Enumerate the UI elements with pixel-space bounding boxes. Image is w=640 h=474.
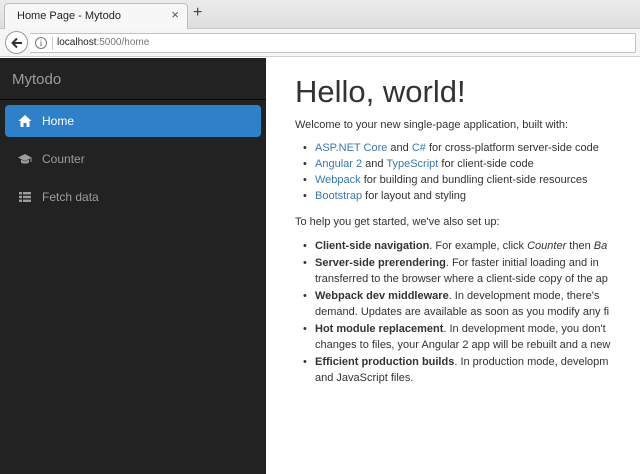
sidebar-item-label: Fetch data xyxy=(42,190,99,204)
webpack-link[interactable]: Webpack xyxy=(315,174,361,186)
main-content: Hello, world! Welcome to your new single… xyxy=(266,58,640,474)
new-tab-button[interactable]: + xyxy=(193,5,202,21)
sidebar-item-label: Counter xyxy=(42,152,85,166)
intro-text: Welcome to your new single-page applicat… xyxy=(295,119,569,131)
feature-title: Hot module replacement xyxy=(315,323,444,335)
url-path: :5000/home xyxy=(96,37,150,48)
feature-title: Client-side navigation xyxy=(315,240,430,252)
feature-text: . In development mode, you don't xyxy=(443,323,606,335)
info-icon[interactable]: i xyxy=(35,37,47,49)
feature-text: . For faster initial loading and in xyxy=(445,257,599,269)
built-with-list: ASP.NET Core and C# for cross-platform s… xyxy=(303,140,599,204)
list-item: Server-side prerendering. For faster ini… xyxy=(303,255,610,288)
url-host: localhost xyxy=(57,37,97,48)
sidebar: Mytodo Home Counter Fetch data xyxy=(0,58,266,474)
csharp-link[interactable]: C# xyxy=(412,142,426,154)
list-item: Bootstrap for layout and styling xyxy=(303,188,599,204)
address-bar[interactable]: i localhost:5000/home xyxy=(30,33,636,53)
back-button[interactable] xyxy=(5,31,28,54)
list-text: and xyxy=(362,158,387,170)
setup-list: Client-side navigation. For example, cli… xyxy=(303,238,611,387)
list-text: for client-side code xyxy=(438,158,534,170)
close-tab-icon[interactable]: × xyxy=(171,8,179,22)
feature-title: Efficient production builds xyxy=(315,356,455,368)
typescript-link[interactable]: TypeScript xyxy=(386,158,438,170)
feature-title: Webpack dev middleware xyxy=(315,290,449,302)
list-item: Efficient production builds. In producti… xyxy=(303,354,610,387)
angular-link[interactable]: Angular 2 xyxy=(315,158,362,170)
page-title: Hello, world! xyxy=(295,74,466,109)
feature-emphasis: Counter xyxy=(527,240,567,252)
feature-text: then xyxy=(566,240,594,252)
list-text: for cross-platform server-side code xyxy=(425,142,599,154)
feature-text: . For example, click xyxy=(429,240,528,252)
list-item: Hot module replacement. In development m… xyxy=(303,321,611,354)
sidebar-item-home[interactable]: Home xyxy=(5,105,261,137)
divider xyxy=(52,37,53,50)
feature-text: . In production mode, developm xyxy=(454,356,609,368)
feature-text: demand. Updates are available as soon as… xyxy=(315,306,610,318)
divider xyxy=(0,99,266,100)
list-item: ASP.NET Core and C# for cross-platform s… xyxy=(303,140,599,156)
setup-intro-text: To help you get started, we've also set … xyxy=(295,216,500,228)
list-text: for layout and styling xyxy=(362,190,467,202)
url-text[interactable]: localhost:5000/home xyxy=(57,37,149,48)
tab-title: Home Page - Mytodo xyxy=(17,10,121,22)
sidebar-item-label: Home xyxy=(42,114,75,128)
list-icon xyxy=(19,192,31,202)
home-icon xyxy=(18,115,32,127)
aspnet-core-link[interactable]: ASP.NET Core xyxy=(315,142,387,154)
sidebar-item-fetch-data[interactable]: Fetch data xyxy=(5,181,261,213)
browser-tab[interactable]: Home Page - Mytodo × xyxy=(4,3,188,29)
bootstrap-link[interactable]: Bootstrap xyxy=(315,190,362,202)
brand-link[interactable]: Mytodo xyxy=(12,71,61,88)
feature-title: Server-side prerendering xyxy=(315,257,446,269)
list-item: Webpack for building and bundling client… xyxy=(303,172,599,188)
list-item: Client-side navigation. For example, cli… xyxy=(303,238,610,255)
back-arrow-icon xyxy=(11,37,22,49)
feature-text: changes to files, your Angular 2 app wil… xyxy=(315,339,611,351)
graduation-cap-icon xyxy=(18,154,32,164)
list-item: Angular 2 and TypeScript for client-side… xyxy=(303,156,599,172)
feature-text: transferred to the browser where a clien… xyxy=(315,273,608,285)
list-text: for building and bundling client-side re… xyxy=(360,174,588,186)
list-item: Webpack dev middleware. In development m… xyxy=(303,288,610,321)
browser-navigation-bar: i localhost:5000/home xyxy=(0,29,640,57)
list-text: and xyxy=(387,142,412,154)
browser-tab-bar: Home Page - Mytodo × + xyxy=(0,0,640,29)
feature-text: . In development mode, there's xyxy=(448,290,600,302)
feature-emphasis: Ba xyxy=(593,240,608,252)
feature-text: and JavaScript files. xyxy=(315,372,414,384)
sidebar-item-counter[interactable]: Counter xyxy=(5,143,261,175)
